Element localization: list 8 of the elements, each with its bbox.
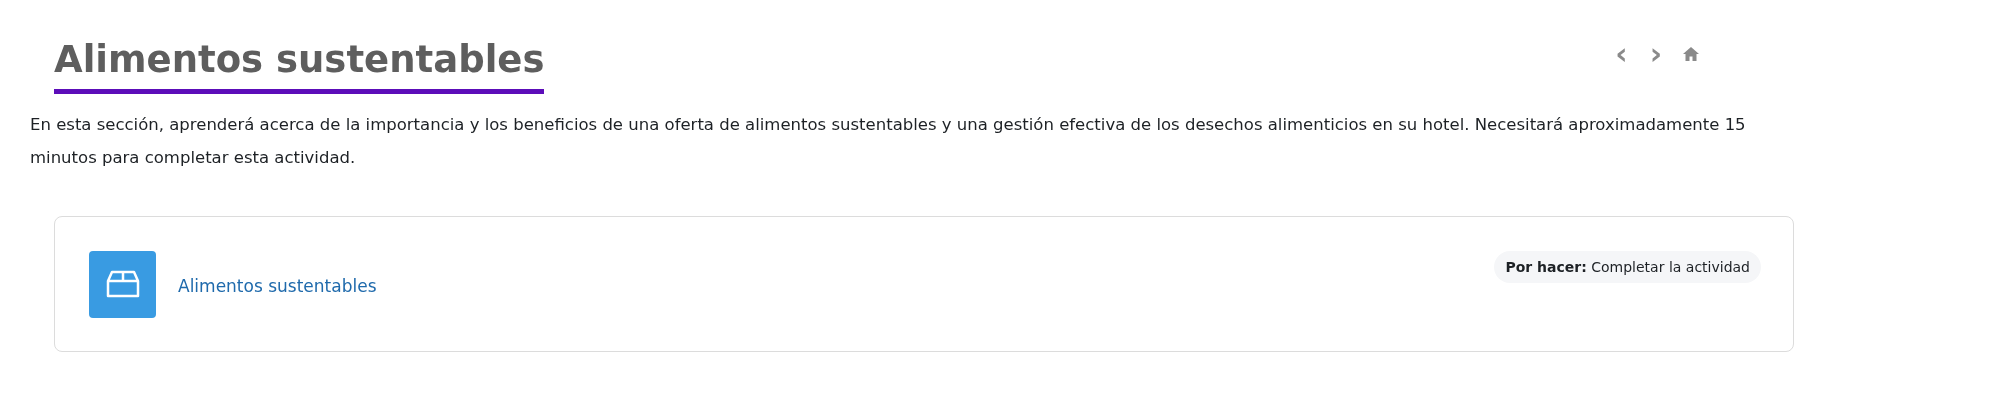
activity-link[interactable]: Alimentos sustentables xyxy=(178,272,1495,296)
previous-button[interactable]: ‹ xyxy=(1613,42,1630,66)
next-button[interactable]: › xyxy=(1647,42,1664,66)
section-description: En esta sección, aprenderá acerca de la importancia y los beneficios de una oferta de alimentos sustentables y una gestión efectiva de los desechos alimenticios en su hotel. Necesitará aproximadamente 15 minutos para completar esta actividad. xyxy=(30,114,1747,169)
box-icon xyxy=(89,250,156,318)
completion-status: Por hacer: Completar la actividad xyxy=(1494,251,1761,283)
home-icon[interactable] xyxy=(1682,46,1700,62)
page-title: Alimentos sustentables xyxy=(54,38,545,94)
